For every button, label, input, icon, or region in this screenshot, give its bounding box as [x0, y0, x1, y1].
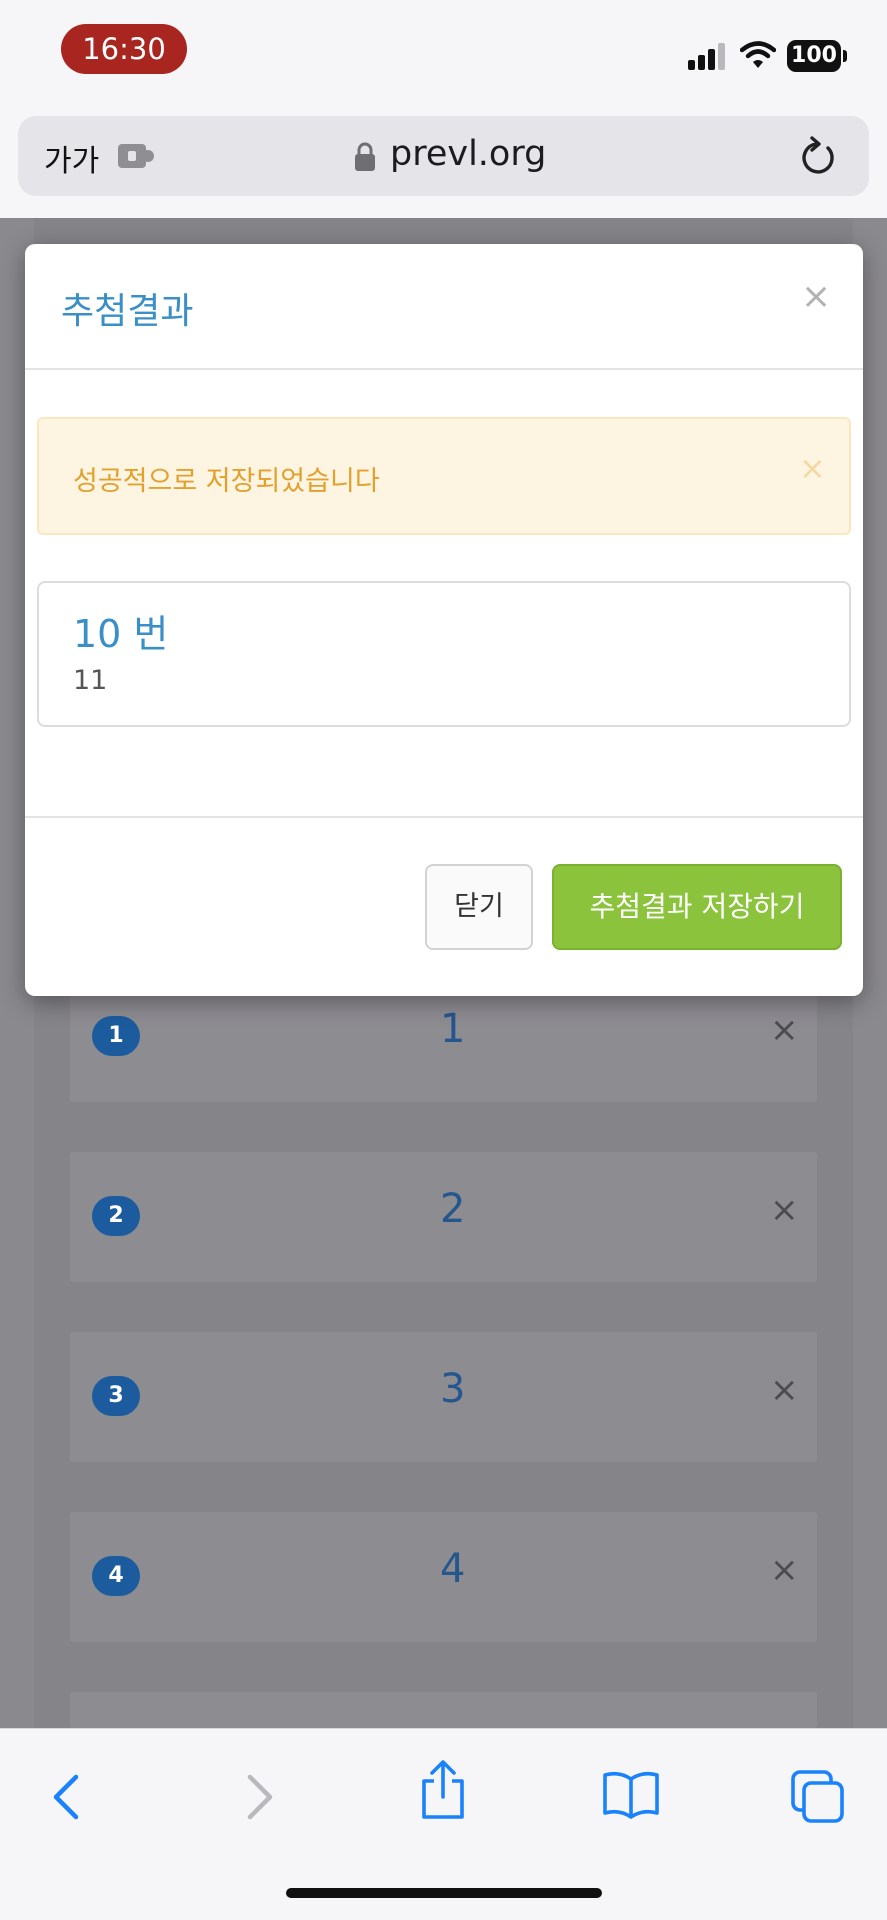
address-bar[interactable]: 가가 prevl.org [18, 116, 869, 196]
alert-close-icon[interactable]: × [799, 449, 826, 487]
item-number-badge: 2 [92, 1196, 140, 1236]
remove-item-icon[interactable]: × [770, 1190, 799, 1230]
item-number-badge: 4 [92, 1556, 140, 1596]
bookmarks-icon[interactable] [602, 1769, 660, 1819]
modal-header-divider [25, 368, 863, 370]
home-indicator[interactable] [286, 1888, 602, 1898]
browser-address-area: 가가 prevl.org [0, 112, 887, 218]
item-number-badge: 3 [92, 1376, 140, 1416]
result-modal: 추첨결과 × 성공적으로 저장되었습니다 × 10 번 11 닫기 추첨결과 저… [25, 244, 863, 996]
item-value: 2 [440, 1186, 466, 1232]
close-button[interactable]: 닫기 [425, 864, 533, 950]
modal-footer-divider [25, 816, 863, 818]
modal-title: 추첨결과 [61, 291, 194, 332]
item-value: 1 [440, 1006, 466, 1052]
item-number-badge: 1 [92, 1016, 140, 1056]
share-icon[interactable] [418, 1759, 468, 1821]
modal-close-icon[interactable]: × [801, 276, 831, 317]
status-time: 16:30 [61, 24, 187, 74]
tabs-icon[interactable] [790, 1769, 846, 1825]
success-alert: 성공적으로 저장되었습니다 × [37, 417, 851, 535]
result-number: 10 번 [73, 612, 169, 656]
remove-item-icon[interactable]: × [770, 1370, 799, 1410]
lock-icon [355, 142, 375, 171]
save-result-button[interactable]: 추첨결과 저장하기 [552, 864, 842, 950]
cellular-signal-icon [688, 42, 728, 70]
remove-item-icon[interactable]: × [770, 1550, 799, 1590]
item-value: 3 [440, 1366, 466, 1412]
extension-icon[interactable] [118, 142, 156, 170]
remove-item-icon[interactable]: × [770, 1010, 799, 1050]
alert-message: 성공적으로 저장되었습니다 [73, 466, 380, 497]
forward-icon[interactable] [238, 1769, 278, 1825]
status-bar: 16:30 100 [0, 0, 887, 112]
list-item[interactable]: 3 3 × [70, 1332, 817, 1462]
result-detail: 11 [73, 665, 108, 696]
result-card: 10 번 11 [37, 581, 851, 727]
back-icon[interactable] [48, 1769, 88, 1825]
list-item[interactable]: 2 2 × [70, 1152, 817, 1282]
item-value: 4 [440, 1546, 466, 1592]
battery-nub [843, 50, 847, 62]
url-text[interactable]: prevl.org [390, 134, 546, 174]
text-size-button[interactable]: 가가 [44, 136, 99, 180]
wifi-icon [740, 41, 776, 68]
list-item[interactable] [70, 1692, 817, 1728]
battery-indicator: 100 [787, 40, 841, 72]
reload-icon[interactable] [798, 134, 838, 178]
list-item[interactable]: 4 4 × [70, 1512, 817, 1642]
